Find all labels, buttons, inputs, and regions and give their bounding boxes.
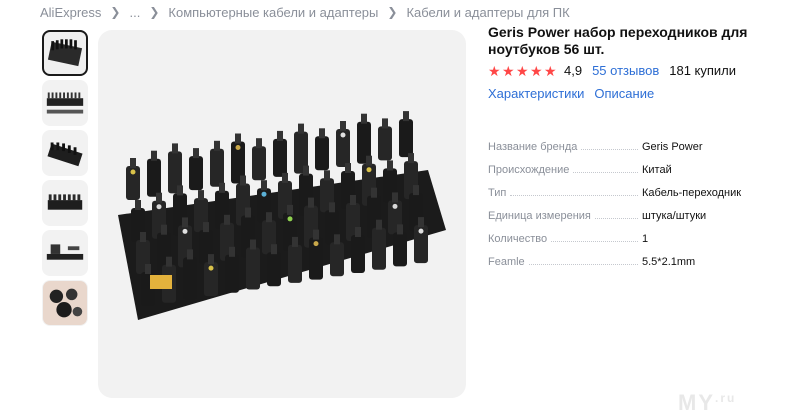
product-thumbnail-image <box>46 244 84 260</box>
breadcrumb-item-ellipsis[interactable]: ... <box>129 5 140 20</box>
spec-key: Происхождение <box>488 164 570 176</box>
spec-value: 1 <box>642 233 649 245</box>
thumbnail-3[interactable] <box>42 130 88 176</box>
spec-key: Единица измерения <box>488 210 591 222</box>
spec-key: Количество <box>488 233 548 245</box>
tab-characteristics[interactable]: Характеристики <box>488 86 584 101</box>
spec-key: Feamle <box>488 256 525 268</box>
product-thumbnail-image <box>47 142 83 167</box>
spec-row: Название бренда Geris Power <box>488 130 788 153</box>
thumbnail-6[interactable] <box>42 280 88 326</box>
star-icon: ★ <box>530 62 543 79</box>
main-product-image[interactable] <box>98 30 466 398</box>
breadcrumb-item-aliexpress[interactable]: AliExpress <box>40 5 101 20</box>
site-watermark: MY.ru <box>678 390 736 416</box>
spec-row: Количество 1 <box>488 222 788 245</box>
thumbnail-5[interactable] <box>42 230 88 276</box>
product-title: Geris Power набор переходников для ноутб… <box>488 24 748 57</box>
product-tabs: Характеристики Описание <box>488 86 800 101</box>
specs-table: Название бренда Geris Power Происхождени… <box>488 130 788 268</box>
chevron-right-icon: ❯ <box>387 5 398 19</box>
spec-value: Кабель-переходник <box>642 187 742 199</box>
product-thumbnail-image <box>46 92 84 114</box>
product-thumbnail-image <box>47 194 83 210</box>
star-icon: ★ <box>488 62 501 79</box>
chevron-right-icon: ❯ <box>149 5 160 19</box>
adapter-tips-set-image <box>118 111 446 320</box>
chevron-right-icon: ❯ <box>110 5 121 19</box>
spec-value: Китай <box>642 164 672 176</box>
tab-description[interactable]: Описание <box>594 86 654 101</box>
thumbnail-2[interactable] <box>42 80 88 126</box>
spec-row: Единица измерения штука/штуки <box>488 199 788 222</box>
product-info: Geris Power набор переходников для ноутб… <box>488 24 800 101</box>
thumbnail-1[interactable] <box>42 30 88 76</box>
thumbnail-list <box>42 30 90 330</box>
star-icon: ★ <box>502 62 515 79</box>
star-icon: ★ <box>544 62 557 79</box>
spec-key: Название бренда <box>488 141 578 153</box>
breadcrumb: AliExpress ❯ ... ❯ Компьютерные кабели и… <box>40 3 570 21</box>
watermark-text: MY <box>678 390 715 415</box>
rating-row: ★ ★ ★ ★ ★ 4,9 55 отзывов 181 купили <box>488 63 800 78</box>
product-thumbnail-image <box>43 281 87 325</box>
rating-stars: ★ ★ ★ ★ ★ <box>488 64 558 78</box>
spec-value: Geris Power <box>642 141 703 153</box>
star-icon: ★ <box>516 62 529 79</box>
sold-count: 181 купили <box>669 63 737 78</box>
spec-row: Feamle 5.5*2.1mm <box>488 245 788 268</box>
reviews-link[interactable]: 55 отзывов <box>592 63 659 78</box>
spec-value: 5.5*2.1mm <box>642 256 696 268</box>
breadcrumb-item-pc-cables[interactable]: Кабели и адаптеры для ПК <box>406 5 569 20</box>
watermark-suffix: .ru <box>715 391 737 405</box>
rating-value: 4,9 <box>564 63 583 78</box>
spec-value: штука/штуки <box>642 210 707 222</box>
product-thumbnail-image <box>47 39 83 67</box>
thumbnail-4[interactable] <box>42 180 88 226</box>
spec-row: Тип Кабель-переходник <box>488 176 788 199</box>
breadcrumb-item-computer-cables[interactable]: Компьютерные кабели и адаптеры <box>168 5 378 20</box>
spec-key: Тип <box>488 187 507 199</box>
spec-row: Происхождение Китай <box>488 153 788 176</box>
